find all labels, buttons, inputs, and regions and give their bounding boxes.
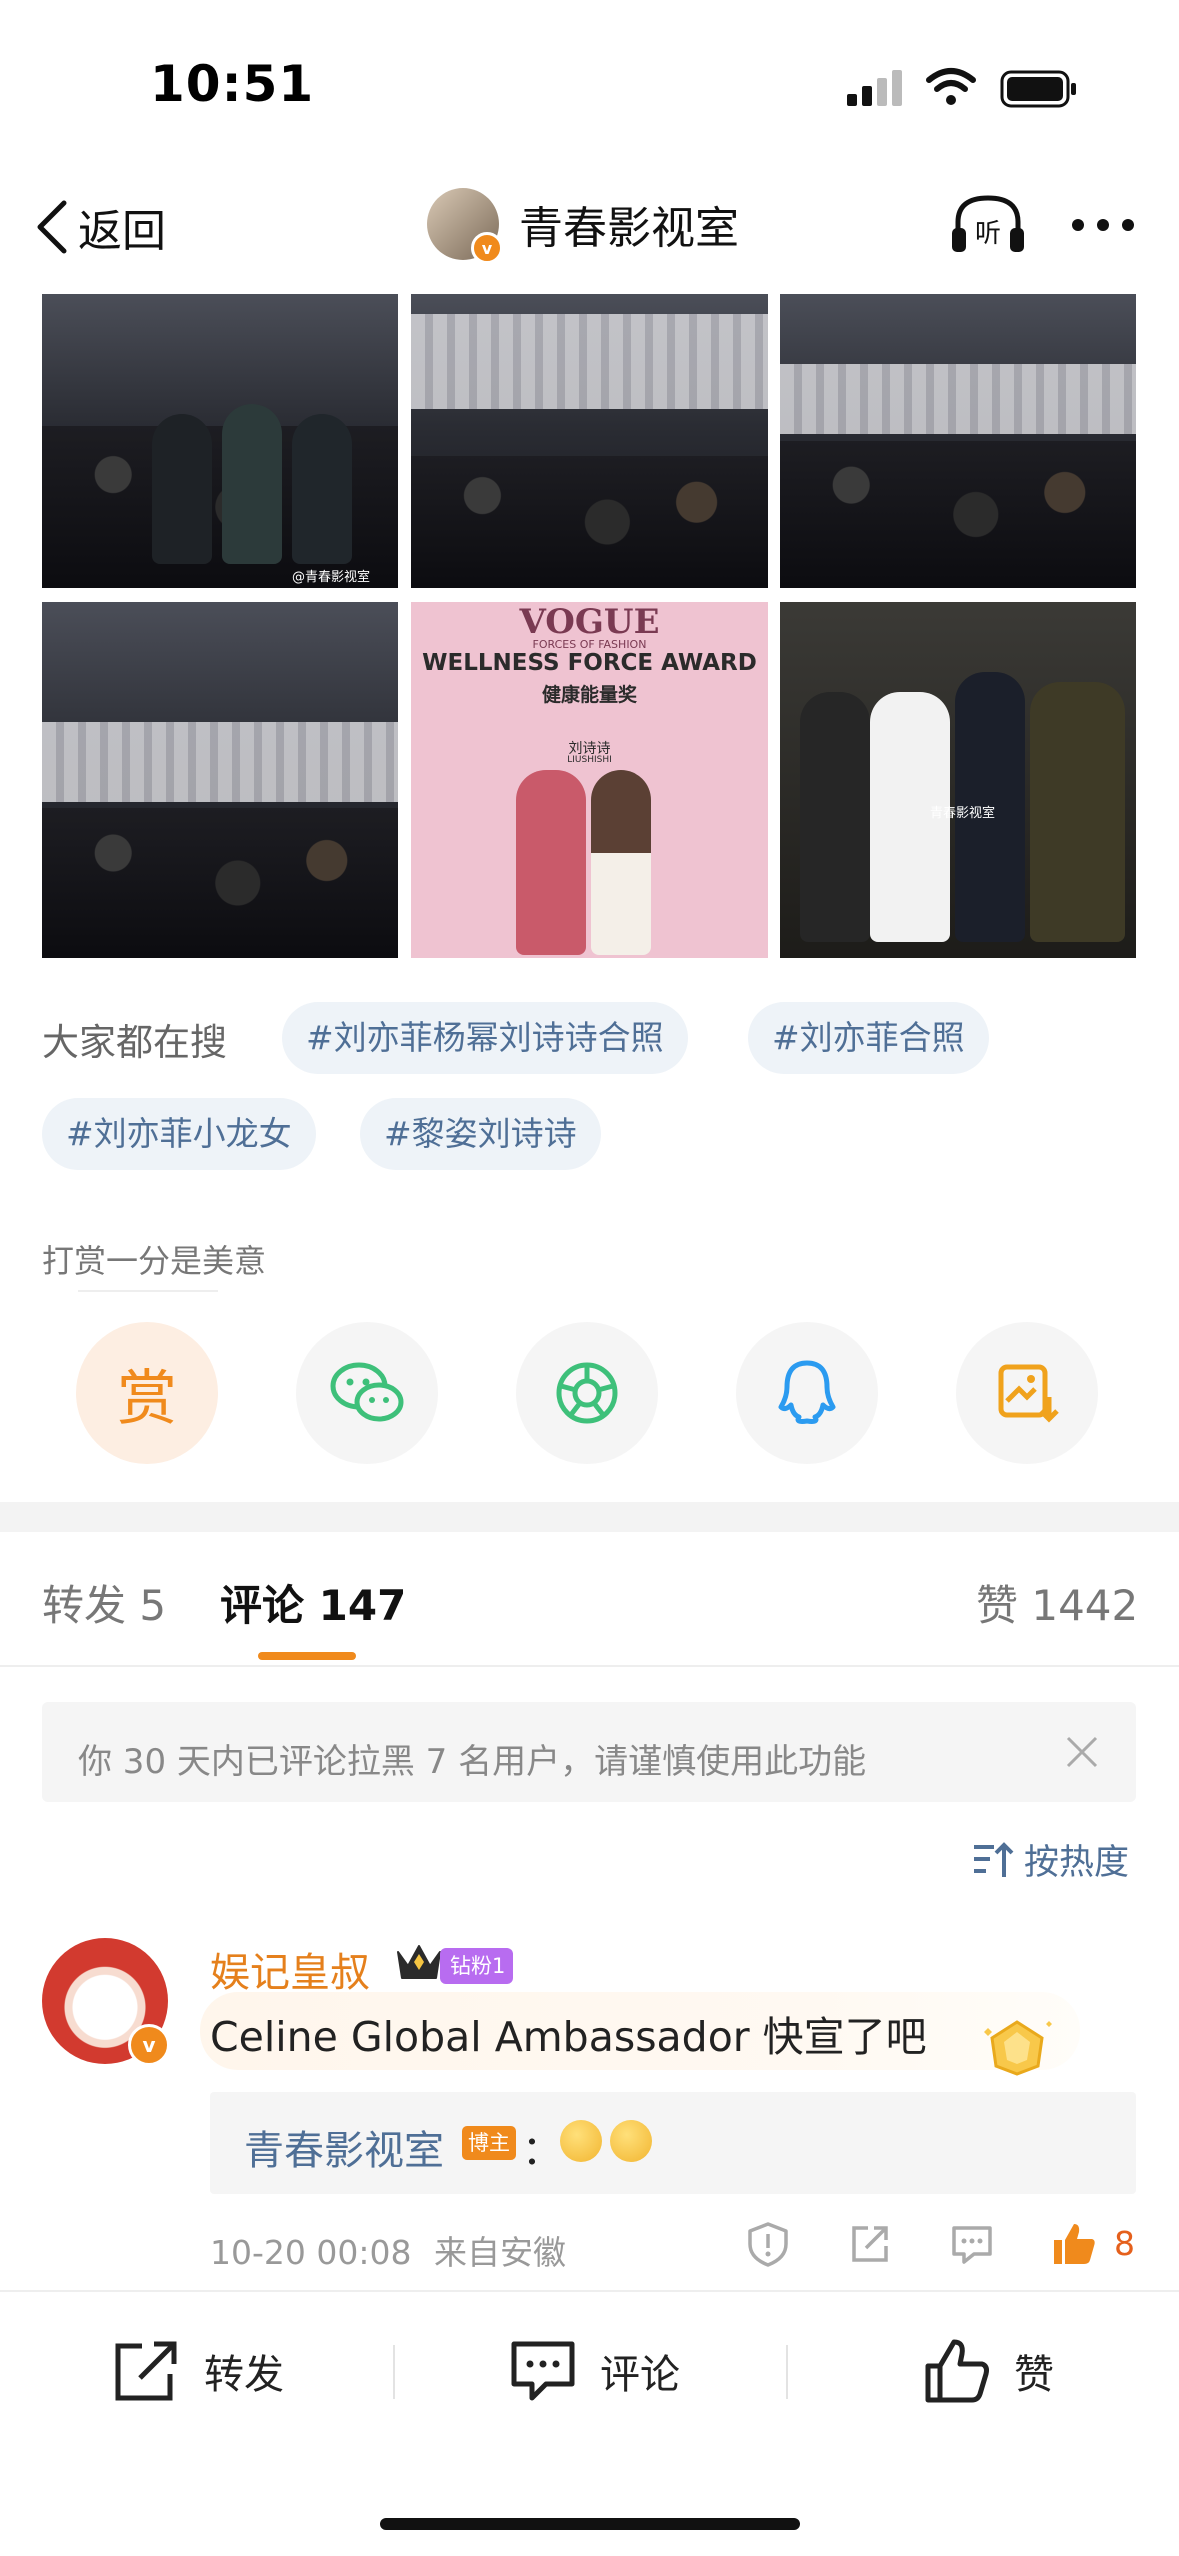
divider — [393, 2345, 395, 2399]
sort-by-hot-button[interactable]: 按热度 — [972, 1834, 1129, 1885]
active-tab-indicator — [258, 1652, 356, 1660]
search-tag[interactable]: #刘亦菲合照 — [748, 1002, 989, 1074]
listen-label: 听 — [975, 219, 1001, 249]
photo-3[interactable] — [780, 294, 1136, 588]
sort-icon — [974, 1841, 1014, 1877]
commenter-name[interactable]: 娱记皇叔 — [210, 1940, 370, 1998]
wifi-icon — [926, 68, 976, 105]
crown-icon — [397, 1945, 441, 1979]
back-label: 返回 — [78, 206, 166, 257]
comment-text: Celine Global Ambassador 快宣了吧 — [210, 2013, 927, 2061]
close-icon[interactable] — [1062, 1732, 1102, 1772]
wechat-icon — [330, 1362, 404, 1422]
fan-level-badge: 钻粉1 — [440, 1948, 514, 1984]
photo-watermark: @青春影视室 — [292, 570, 371, 585]
reply-author-name[interactable]: 青春影视室 — [244, 2118, 444, 2176]
moments-icon — [556, 1362, 618, 1424]
photo-4[interactable] — [42, 602, 398, 958]
comment-time: 10-20 00:08 — [210, 2233, 412, 2272]
headphones-listen-icon[interactable]: 听 — [948, 192, 1028, 256]
search-tag[interactable]: #刘亦菲杨幂刘诗诗合照 — [282, 1002, 688, 1074]
tab-forward[interactable]: 转发 5 — [42, 1572, 166, 1633]
divider — [0, 2290, 1179, 2292]
comment-like-count: 8 — [1114, 2224, 1135, 2263]
blogger-badge: 博主 — [462, 2126, 516, 2160]
reward-label: 打赏一分是美意 — [42, 1242, 267, 1280]
report-icon[interactable] — [744, 2220, 792, 2268]
award-title-cn: 健康能量奖 — [541, 684, 637, 706]
search-label: 大家都在搜 — [42, 1021, 227, 1064]
like-button[interactable]: 赞 — [922, 2338, 1054, 2404]
comment-label: 评论 — [600, 2352, 680, 2398]
like-label: 赞 — [1014, 2352, 1054, 2398]
award-title-en: WELLNESS FORCE AWARD — [422, 650, 757, 676]
verified-badge: v — [471, 232, 503, 264]
search-tag[interactable]: #黎姿刘诗诗 — [360, 1098, 601, 1170]
tab-comment[interactable]: 评论 147 — [220, 1572, 406, 1633]
divider — [78, 1290, 218, 1292]
reward-button[interactable]: 赏 — [76, 1322, 218, 1464]
comment-button[interactable]: 评论 — [508, 2338, 680, 2404]
more-options-icon[interactable] — [1070, 215, 1136, 235]
sort-label: 按热度 — [1024, 1843, 1130, 1883]
share-icon — [115, 2341, 177, 2401]
divider — [786, 2345, 788, 2399]
photo-watermark: 青春影视室 — [930, 806, 996, 821]
photo-5[interactable]: VOGUE FORCES OF FASHION WELLNESS FORCE A… — [411, 602, 768, 958]
reward-icon: 赏 — [117, 1363, 177, 1434]
photo-1[interactable]: @青春影视室 — [42, 294, 398, 588]
emoji-icon — [610, 2120, 652, 2162]
reply-icon[interactable] — [948, 2220, 996, 2268]
status-time: 10:51 — [150, 55, 315, 113]
tab-like[interactable]: 赞 1442 — [976, 1572, 1138, 1633]
comment-icon — [511, 2341, 575, 2401]
reply-colon: ： — [522, 2128, 562, 2174]
divider — [0, 1665, 1179, 1667]
comment-meta: 10-20 00:08 来自安徽 — [210, 2226, 566, 2274]
share-moments-button[interactable] — [516, 1322, 658, 1464]
verified-badge: v — [128, 2024, 170, 2066]
commenter-avatar[interactable]: v — [42, 1938, 170, 2066]
forward-button[interactable]: 转发 — [112, 2338, 284, 2404]
battery-icon — [1000, 70, 1076, 108]
share-icon[interactable] — [846, 2220, 894, 2268]
photo-6[interactable]: 青春影视室 — [780, 602, 1136, 958]
notice-text: 你 30 天内已评论拉黑 7 名用户，请谨慎使用此功能 — [78, 1742, 867, 1782]
page-title: 青春影视室 — [519, 203, 739, 254]
qq-icon — [778, 1360, 836, 1424]
search-tag[interactable]: #刘亦菲小龙女 — [42, 1098, 316, 1170]
home-indicator[interactable] — [380, 2518, 800, 2530]
emoji-icon — [560, 2120, 602, 2162]
save-image-icon — [998, 1364, 1059, 1423]
avatar[interactable]: v — [427, 188, 503, 264]
forward-label: 转发 — [204, 2352, 284, 2398]
thumbs-up-icon[interactable] — [1050, 2220, 1098, 2268]
cellular-signal-icon — [847, 70, 902, 106]
comment-location: 来自安徽 — [433, 2233, 566, 2272]
section-divider — [0, 1502, 1179, 1532]
back-button[interactable]: 返回 — [32, 195, 166, 259]
vogue-logo: VOGUE — [519, 602, 660, 642]
save-image-button[interactable] — [956, 1322, 1098, 1464]
thumbs-up-icon — [925, 2339, 989, 2403]
photo-2[interactable] — [411, 294, 768, 588]
account-header[interactable]: v 青春影视室 — [427, 188, 739, 264]
chevron-left-icon — [37, 200, 67, 254]
gem-decoration-icon — [984, 2020, 1052, 2076]
share-qq-button[interactable] — [736, 1322, 878, 1464]
award-name-en: LIUSHISHI — [567, 755, 612, 765]
share-wechat-button[interactable] — [296, 1322, 438, 1464]
